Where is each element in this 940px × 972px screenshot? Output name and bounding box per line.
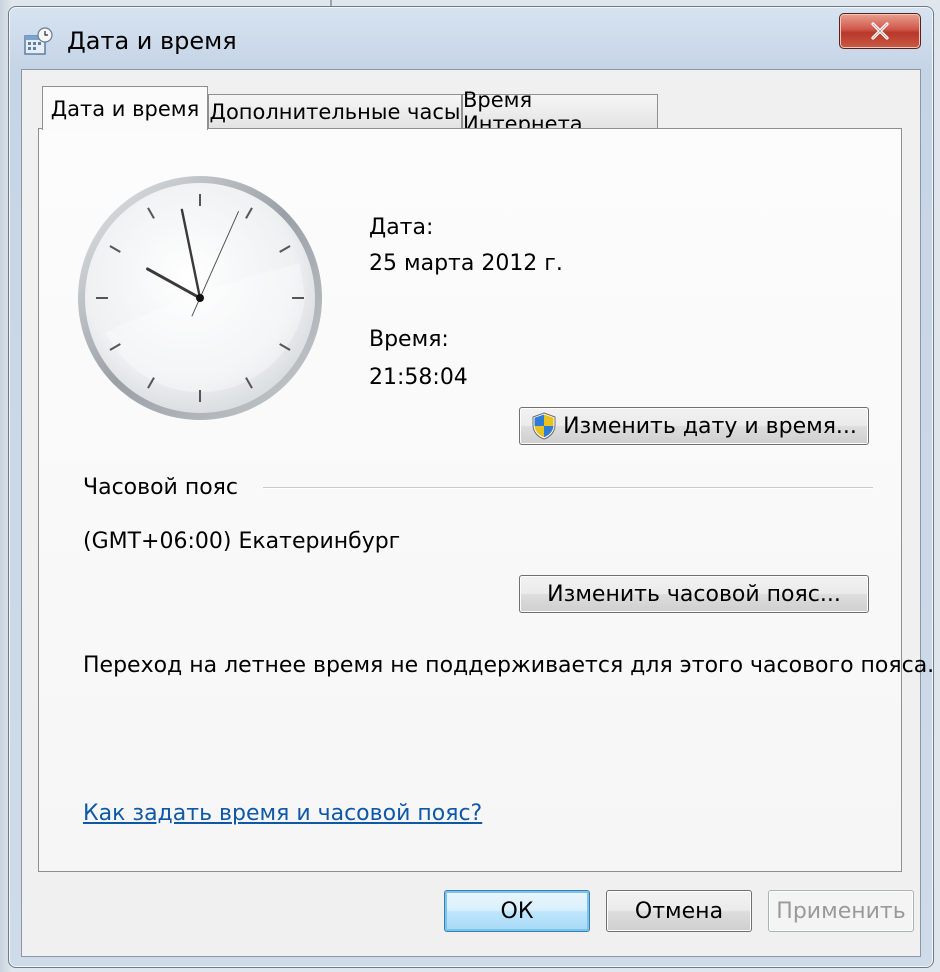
analog-clock [78,176,322,420]
title-bar[interactable]: Дата и время [9,7,933,69]
close-button[interactable] [839,13,921,49]
ok-button[interactable]: ОК [444,890,590,932]
dialog-body: Дата и время Дополнительные часы Время И… [21,69,934,957]
timezone-value: (GMT+06:00) Екатеринбург [83,529,401,554]
tab-additional-clocks[interactable]: Дополнительные часы [208,94,462,128]
timezone-divider [263,487,873,489]
dst-note: Переход на летнее время не поддерживаетс… [83,653,935,678]
date-value: 25 марта 2012 г. [369,251,563,276]
time-value: 21:58:04 [369,365,468,390]
tab-internet-time[interactable]: Время Интернета [462,88,658,136]
uac-shield-icon [532,412,556,440]
tab-date-time[interactable]: Дата и время [42,86,208,130]
cancel-button[interactable]: Отмена [606,890,752,932]
date-label: Дата: [369,215,434,240]
change-date-time-label: Изменить дату и время... [563,413,857,439]
tab-panel-date-time: Дата: 25 марта 2012 г. Время: 21:58:04 И… [38,128,934,872]
date-time-dialog: Дата и время Дата и время Дополнительные… [8,6,934,968]
date-time-icon [24,27,53,55]
time-label: Время: [369,327,449,352]
window-title: Дата и время [67,27,237,55]
timezone-heading: Часовой пояс [83,475,239,500]
change-date-time-button[interactable]: Изменить дату и время... [519,407,869,445]
help-link[interactable]: Как задать время и часовой пояс? [83,801,482,826]
change-timezone-button[interactable]: Изменить часовой пояс... [519,575,869,613]
apply-button[interactable]: Применить [768,890,914,932]
close-icon [871,22,889,40]
